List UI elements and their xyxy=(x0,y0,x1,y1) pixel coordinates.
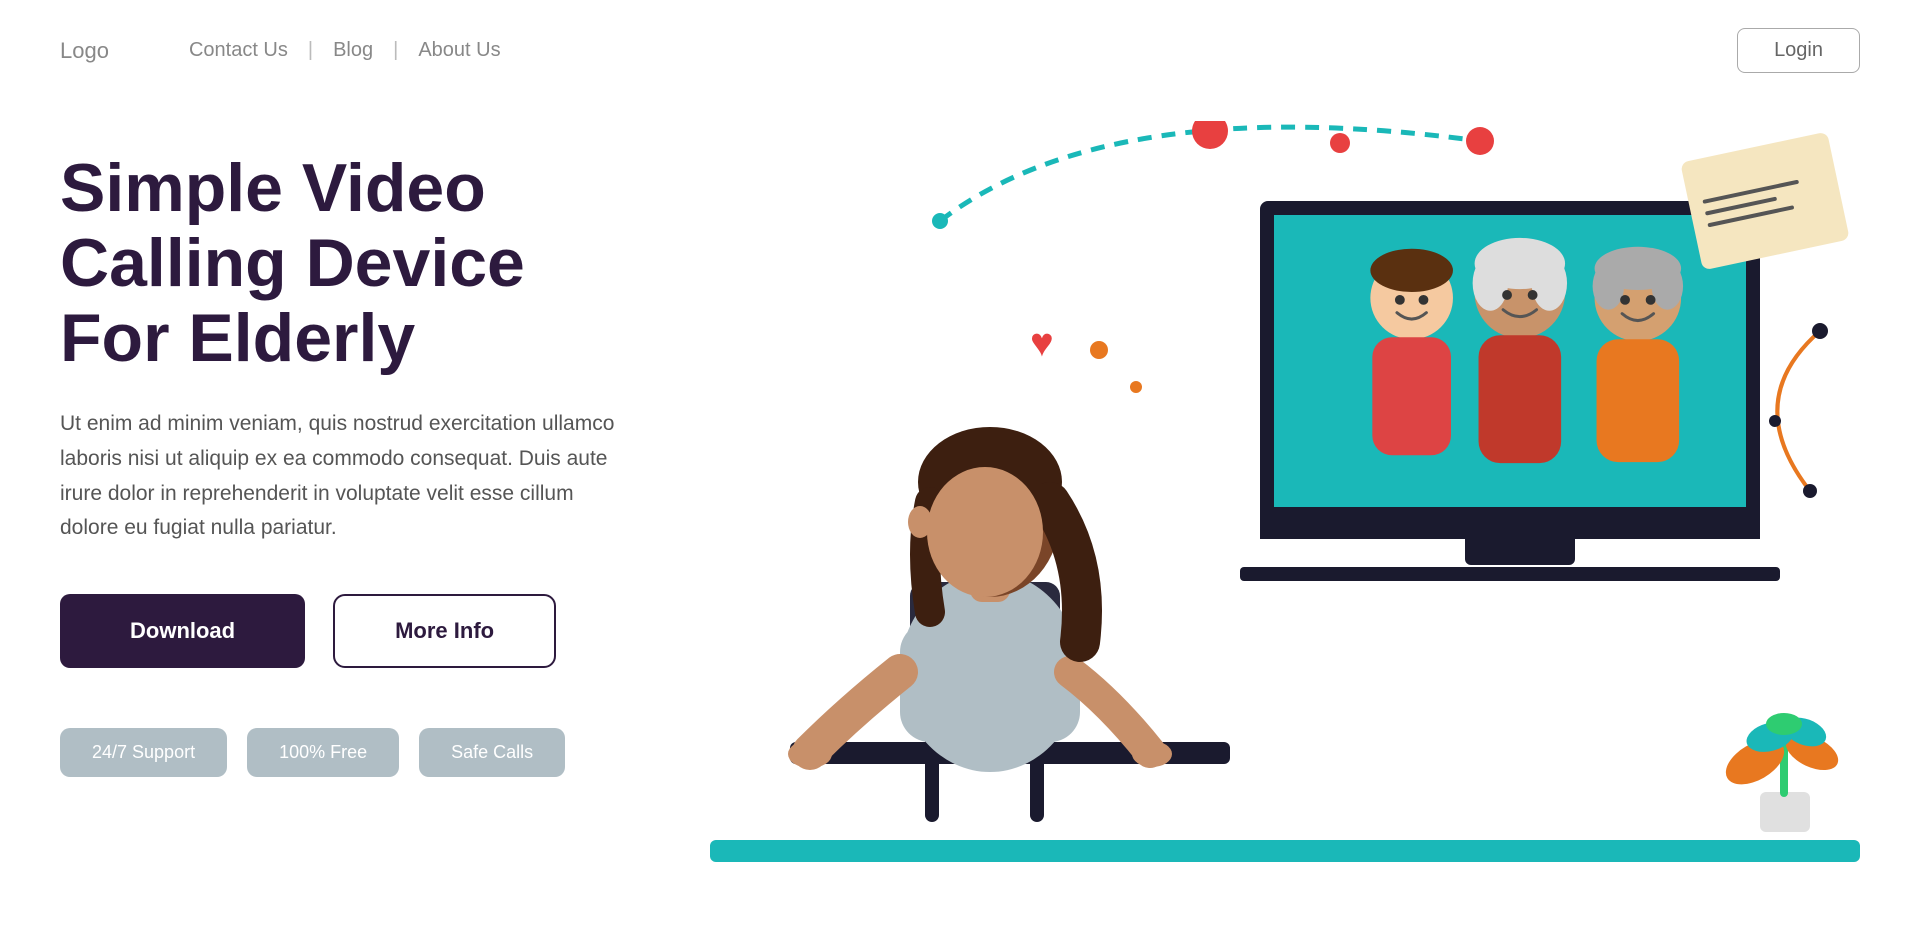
monitor-screen xyxy=(1260,201,1760,521)
badge-safe: Safe Calls xyxy=(419,728,565,777)
monitor xyxy=(1260,201,1780,583)
nav-sep-2: | xyxy=(393,39,398,62)
hero-illustration: ♥ ♥ ♥ xyxy=(710,121,1860,922)
nav-contact-us[interactable]: Contact Us xyxy=(189,39,288,62)
hero-left: Simple Video Calling Device For Elderly … xyxy=(60,121,710,922)
plant-decoration xyxy=(1720,682,1850,842)
badge-free: 100% Free xyxy=(247,728,399,777)
download-button[interactable]: Download xyxy=(60,594,305,668)
more-info-button[interactable]: More Info xyxy=(333,594,556,668)
navbar: Logo Contact Us | Blog | About Us Login xyxy=(0,0,1920,101)
desk-teal xyxy=(710,840,1860,862)
nav-blog[interactable]: Blog xyxy=(333,39,373,62)
nav-links: Contact Us | Blog | About Us xyxy=(189,39,1737,62)
logo: Logo xyxy=(60,38,109,64)
nav-sep-1: | xyxy=(308,39,313,62)
monitor-people xyxy=(1274,201,1746,507)
woman-illustration xyxy=(730,242,1230,862)
hero-section: Simple Video Calling Device For Elderly … xyxy=(0,101,1920,922)
badge-support: 24/7 Support xyxy=(60,728,227,777)
hero-buttons: Download More Info xyxy=(60,594,710,668)
hero-description: Ut enim ad minim veniam, quis nostrud ex… xyxy=(60,407,620,546)
hero-title: Simple Video Calling Device For Elderly xyxy=(60,151,640,375)
speech-bubble xyxy=(1680,132,1850,271)
login-button[interactable]: Login xyxy=(1737,28,1860,73)
nav-about-us[interactable]: About Us xyxy=(418,39,500,62)
hero-badges: 24/7 Support 100% Free Safe Calls xyxy=(60,728,710,777)
